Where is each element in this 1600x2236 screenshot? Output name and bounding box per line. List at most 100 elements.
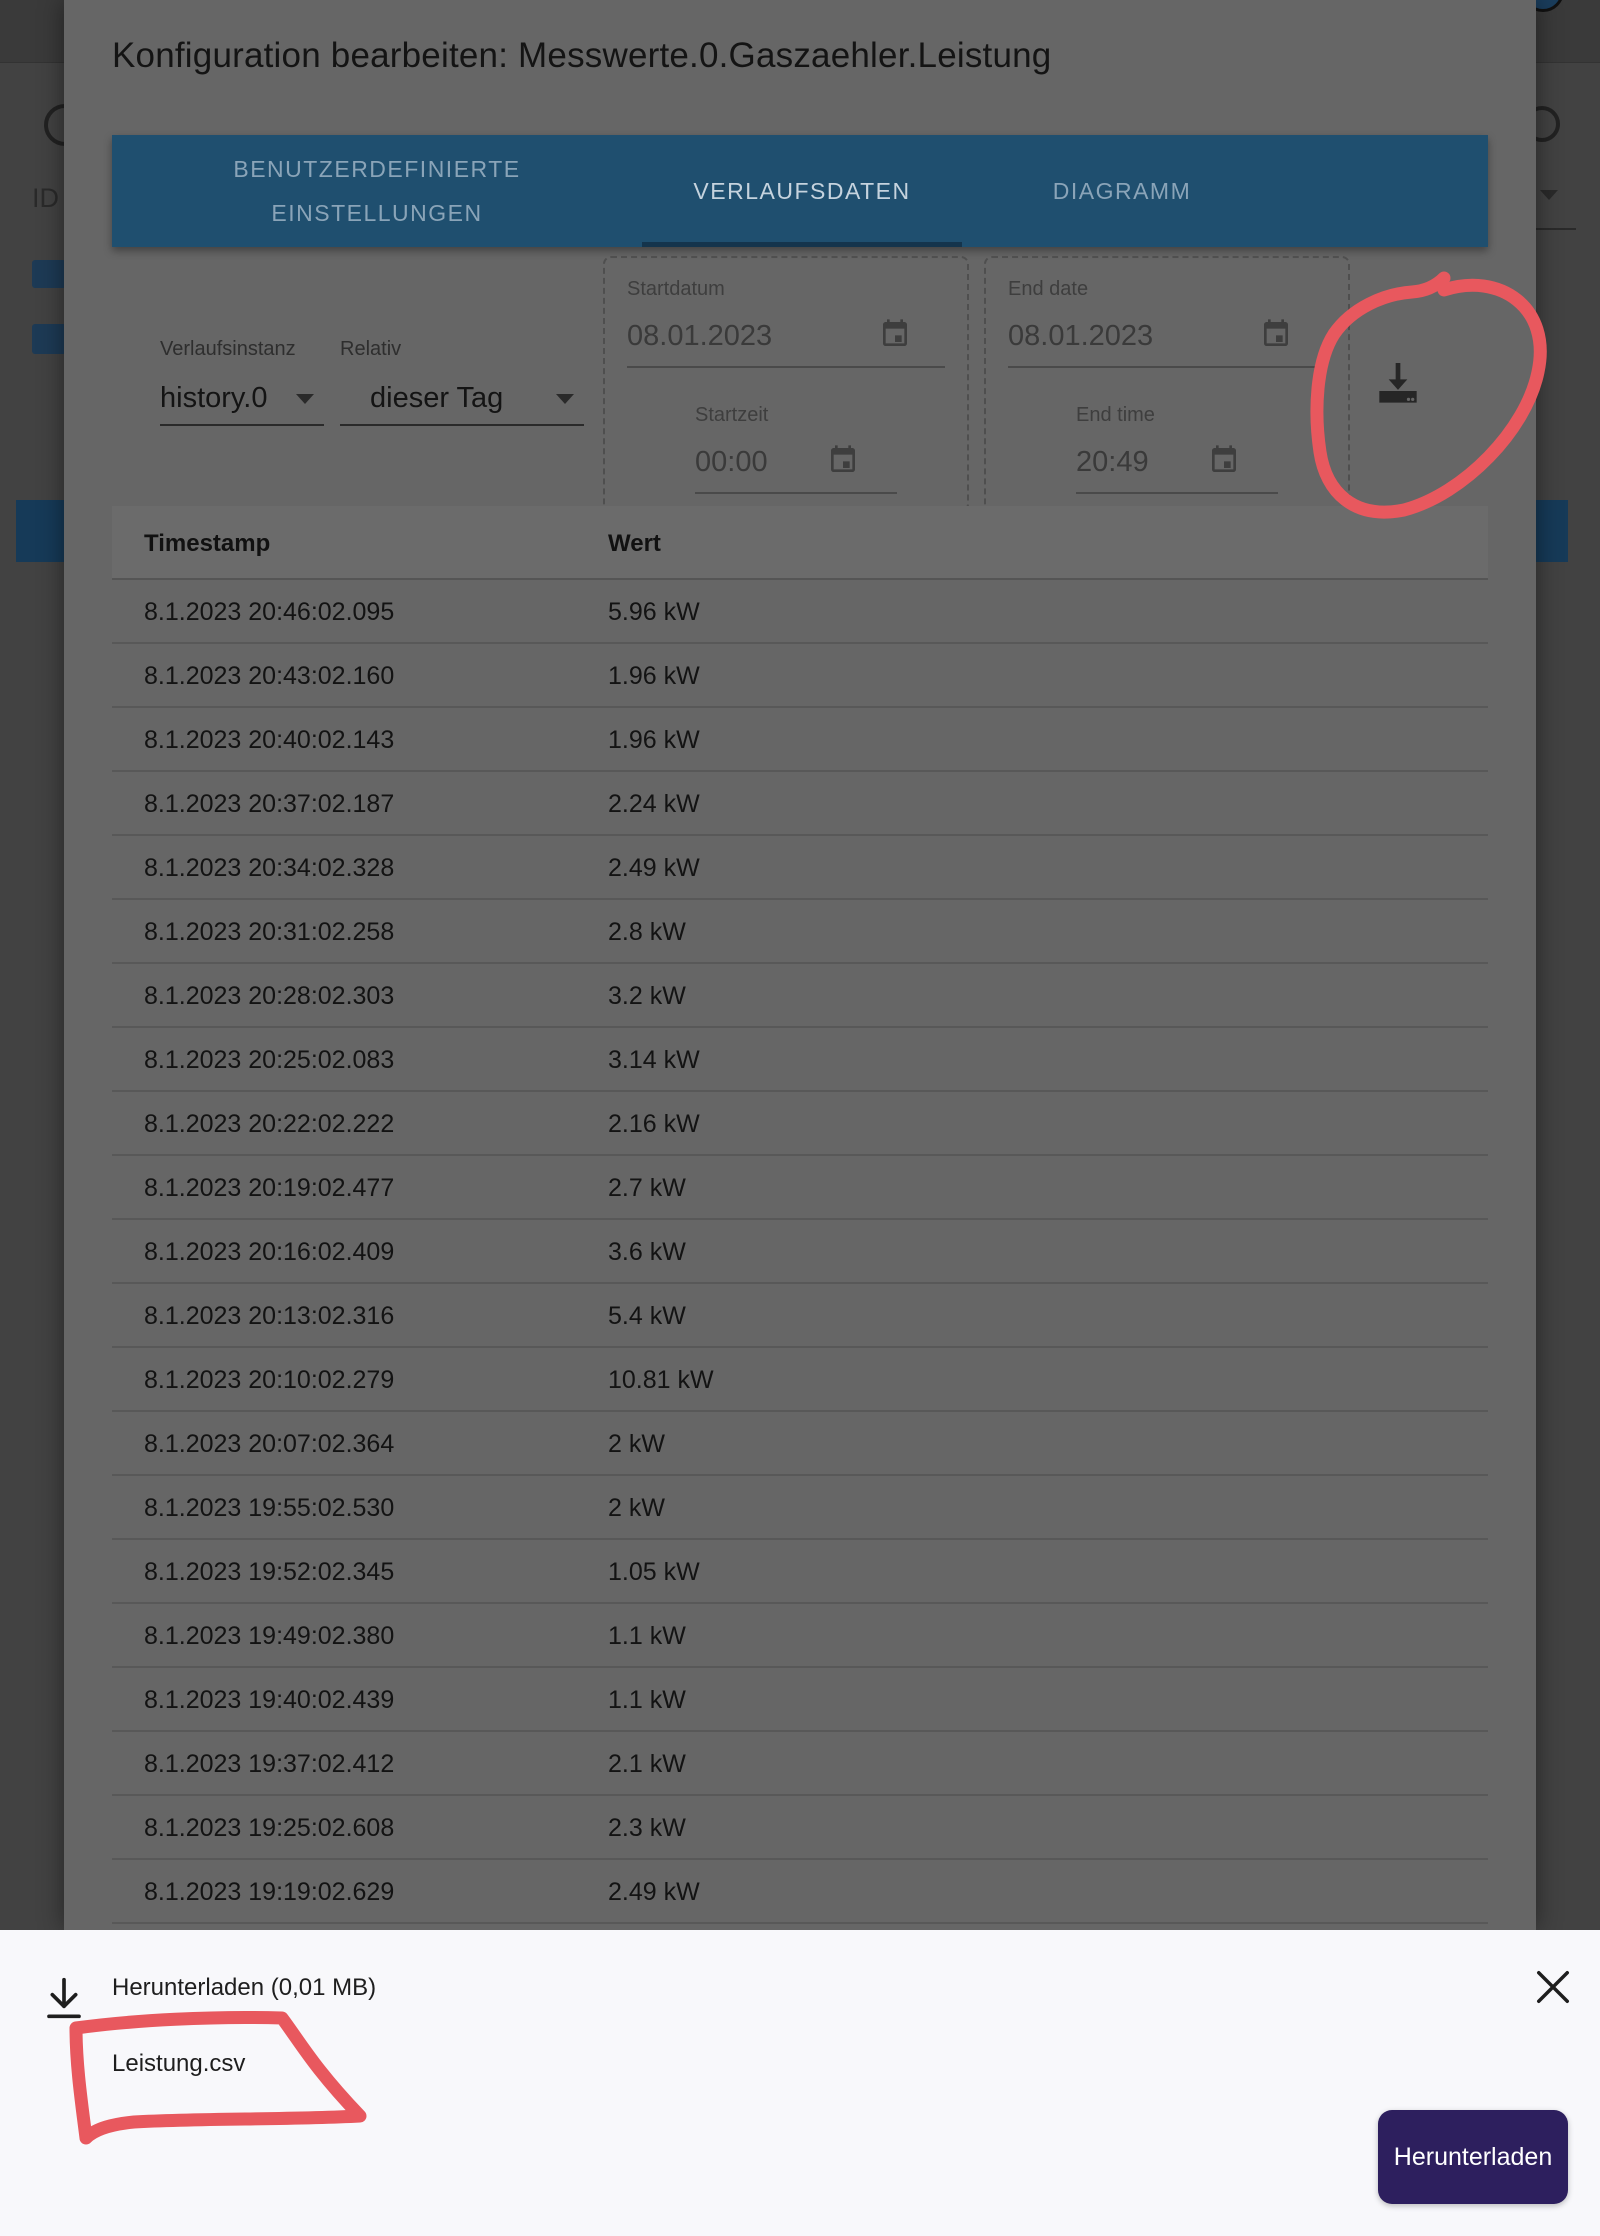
background-id-column-label: ID xyxy=(32,183,59,213)
end-time-label: End time xyxy=(1076,404,1155,426)
table-row: 8.1.2023 20:31:02.258 2.8 kW xyxy=(112,900,1488,964)
close-icon[interactable] xyxy=(1534,1968,1572,2006)
timestamp-cell: 8.1.2023 20:16:02.409 xyxy=(144,1238,395,1266)
instance-select[interactable]: history.0 xyxy=(160,372,324,426)
timestamp-cell: 8.1.2023 20:34:02.328 xyxy=(144,854,395,882)
value-cell: 1.1 kW xyxy=(608,1686,686,1714)
value-cell: 2.16 kW xyxy=(608,1110,700,1138)
end-time-field[interactable]: 20:49 xyxy=(1076,446,1149,479)
timestamp-cell: 8.1.2023 19:49:02.380 xyxy=(144,1622,395,1650)
table-row: 8.1.2023 20:34:02.328 2.49 kW xyxy=(112,836,1488,900)
table-row: 8.1.2023 20:40:02.143 1.96 kW xyxy=(112,708,1488,772)
timestamp-cell: 8.1.2023 19:52:02.345 xyxy=(144,1558,395,1586)
tab-bar: BENUTZERDEFINIERTE EINSTELLUNGEN VERLAUFS… xyxy=(112,135,1488,247)
table-row: 8.1.2023 20:37:02.187 2.24 kW xyxy=(112,772,1488,836)
chevron-down-icon xyxy=(296,394,314,404)
value-column-header[interactable]: Wert xyxy=(608,530,661,558)
timestamp-cell: 8.1.2023 19:37:02.412 xyxy=(144,1750,395,1778)
background-selected-row xyxy=(16,500,66,562)
value-cell: 3.2 kW xyxy=(608,982,686,1010)
value-cell: 3.6 kW xyxy=(608,1238,686,1266)
history-table: Timestamp Wert 8.1.2023 20:46:02.095 5.96… xyxy=(112,506,1488,1988)
calendar-icon[interactable] xyxy=(827,444,859,476)
table-row: 8.1.2023 19:55:02.530 2 kW xyxy=(112,1476,1488,1540)
table-row: 8.1.2023 19:25:02.608 2.3 kW xyxy=(112,1796,1488,1860)
start-time-underline xyxy=(695,492,897,494)
table-row: 8.1.2023 20:43:02.160 1.96 kW xyxy=(112,644,1488,708)
value-cell: 2.8 kW xyxy=(608,918,686,946)
tab-history-data-label: VERLAUFSDATEN xyxy=(693,178,911,204)
value-cell: 1.96 kW xyxy=(608,726,700,754)
start-time-field[interactable]: 00:00 xyxy=(695,446,768,479)
table-header: Timestamp Wert xyxy=(112,506,1488,580)
value-cell: 2 kW xyxy=(608,1494,665,1522)
table-row: 8.1.2023 19:40:02.439 1.1 kW xyxy=(112,1668,1488,1732)
start-range-group: Startdatum 08.01.2023 Startzeit 00:00 xyxy=(603,256,969,512)
value-cell: 2 kW xyxy=(608,1430,665,1458)
value-cell: 5.4 kW xyxy=(608,1302,686,1330)
value-cell: 1.1 kW xyxy=(608,1622,686,1650)
calendar-icon[interactable] xyxy=(1208,444,1240,476)
value-cell: 2.1 kW xyxy=(608,1750,686,1778)
value-cell: 5.96 kW xyxy=(608,598,700,626)
annotation-circle xyxy=(1310,271,1547,519)
timestamp-cell: 8.1.2023 20:19:02.477 xyxy=(144,1174,395,1202)
start-date-label: Startdatum xyxy=(627,278,725,300)
chevron-down-icon xyxy=(556,394,574,404)
calendar-icon[interactable] xyxy=(1260,318,1292,350)
timestamp-cell: 8.1.2023 20:37:02.187 xyxy=(144,790,395,818)
end-time-underline xyxy=(1076,492,1278,494)
value-cell: 2.49 kW xyxy=(608,854,700,882)
value-cell: 10.81 kW xyxy=(608,1366,714,1394)
tab-history-data[interactable]: VERLAUFSDATEN xyxy=(642,135,962,247)
tab-chart[interactable]: DIAGRAMM xyxy=(962,135,1282,247)
download-button[interactable]: Herunterladen xyxy=(1378,2110,1568,2204)
tab-custom-settings-label: BENUTZERDEFINIERTE EINSTELLUNGEN xyxy=(233,156,521,226)
table-row: 8.1.2023 19:19:02.629 2.49 kW xyxy=(112,1860,1488,1924)
background-dropdown-caret-icon xyxy=(1540,190,1558,200)
value-cell: 1.96 kW xyxy=(608,662,700,690)
table-row: 8.1.2023 20:13:02.316 5.4 kW xyxy=(112,1284,1488,1348)
table-body: 8.1.2023 20:46:02.095 5.96 kW 8.1.2023 20:… xyxy=(112,580,1488,1988)
timestamp-cell: 8.1.2023 20:13:02.316 xyxy=(144,1302,395,1330)
calendar-icon[interactable] xyxy=(879,318,911,350)
table-row: 8.1.2023 20:22:02.222 2.16 kW xyxy=(112,1092,1488,1156)
timestamp-column-header[interactable]: Timestamp xyxy=(144,530,270,558)
timestamp-cell: 8.1.2023 19:55:02.530 xyxy=(144,1494,395,1522)
end-date-label: End date xyxy=(1008,278,1089,300)
timestamp-cell: 8.1.2023 19:19:02.629 xyxy=(144,1878,395,1906)
timestamp-cell: 8.1.2023 20:40:02.143 xyxy=(144,726,395,754)
timestamp-cell: 8.1.2023 19:40:02.439 xyxy=(144,1686,395,1714)
end-date-underline xyxy=(1008,366,1326,368)
download-sheet-title: Herunterladen (0,01 MB) xyxy=(112,1974,377,2001)
instance-label: Verlaufsinstanz xyxy=(160,338,296,360)
timestamp-cell: 8.1.2023 20:31:02.258 xyxy=(144,918,395,946)
table-row: 8.1.2023 20:25:02.083 3.14 kW xyxy=(112,1028,1488,1092)
timestamp-cell: 8.1.2023 20:22:02.222 xyxy=(144,1110,395,1138)
table-row: 8.1.2023 20:46:02.095 5.96 kW xyxy=(112,580,1488,644)
relative-select[interactable]: dieser Tag xyxy=(340,372,584,426)
dialog-title: Konfiguration bearbeiten: Messwerte.0.Ga… xyxy=(112,36,1052,75)
value-cell: 3.14 kW xyxy=(608,1046,700,1074)
timestamp-cell: 8.1.2023 20:28:02.303 xyxy=(144,982,395,1010)
start-date-field[interactable]: 08.01.2023 xyxy=(627,320,772,353)
table-row: 8.1.2023 19:49:02.380 1.1 kW xyxy=(112,1604,1488,1668)
table-row: 8.1.2023 20:28:02.303 3.2 kW xyxy=(112,964,1488,1028)
tab-chart-label: DIAGRAMM xyxy=(1052,178,1192,204)
instance-select-value: history.0 xyxy=(160,381,268,414)
value-cell: 2.3 kW xyxy=(608,1814,686,1842)
table-row: 8.1.2023 20:16:02.409 3.6 kW xyxy=(112,1220,1488,1284)
end-date-field[interactable]: 08.01.2023 xyxy=(1008,320,1153,353)
timestamp-cell: 8.1.2023 20:25:02.083 xyxy=(144,1046,395,1074)
relative-label: Relativ xyxy=(340,338,402,360)
timestamp-cell: 8.1.2023 19:25:02.608 xyxy=(144,1814,395,1842)
background-folder-icon xyxy=(32,260,66,288)
start-time-label: Startzeit xyxy=(695,404,769,426)
relative-select-value: dieser Tag xyxy=(370,381,504,414)
table-row: 8.1.2023 20:07:02.364 2 kW xyxy=(112,1412,1488,1476)
active-tab-indicator xyxy=(642,242,962,247)
timestamp-cell: 8.1.2023 20:10:02.279 xyxy=(144,1366,395,1394)
timestamp-cell: 8.1.2023 20:07:02.364 xyxy=(144,1430,395,1458)
table-row: 8.1.2023 20:19:02.477 2.7 kW xyxy=(112,1156,1488,1220)
tab-custom-settings[interactable]: BENUTZERDEFINIERTE EINSTELLUNGEN xyxy=(112,135,642,247)
